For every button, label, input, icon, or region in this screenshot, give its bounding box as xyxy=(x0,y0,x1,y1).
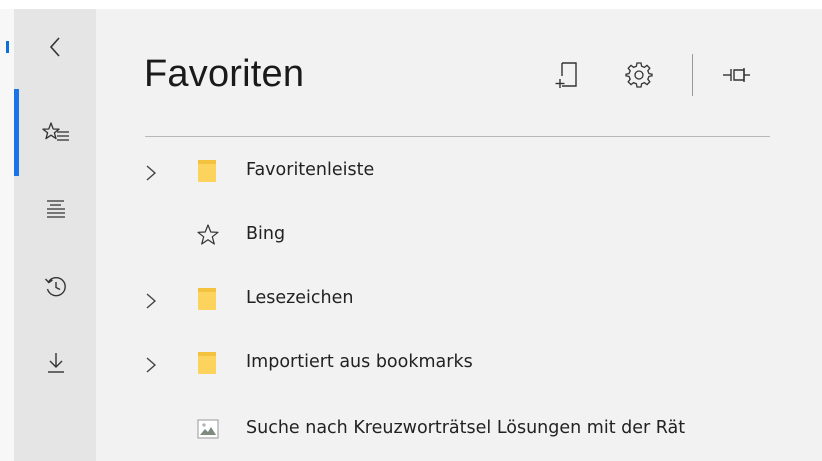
add-favorite-icon xyxy=(555,62,577,88)
pin-button[interactable] xyxy=(720,58,754,92)
favorite-link-bing[interactable]: Bing xyxy=(136,215,822,255)
edge-accent-mark xyxy=(6,41,9,53)
favorites-hub-button[interactable] xyxy=(36,113,76,153)
favorite-label: Lesezeichen xyxy=(246,288,354,308)
favorite-folder-lesezeichen[interactable]: Lesezeichen xyxy=(136,279,822,319)
favorite-label: Importiert aus bookmarks xyxy=(246,352,473,372)
add-favorite-button[interactable] xyxy=(550,58,584,92)
folder-icon xyxy=(198,352,216,374)
header-separator xyxy=(692,54,693,96)
window-left-edge xyxy=(0,9,14,461)
history-icon xyxy=(44,276,66,297)
favorite-folder-importiert[interactable]: Importiert aus bookmarks xyxy=(136,343,822,383)
header-divider xyxy=(145,136,770,137)
favorite-label: Favoritenleiste xyxy=(246,160,375,180)
hub-sidebar xyxy=(14,9,96,461)
panel-title: Favoriten xyxy=(144,53,305,95)
pin-icon xyxy=(723,68,750,82)
gear-icon xyxy=(625,62,653,88)
window-top-strip xyxy=(0,0,822,9)
favorite-label: Suche nach Kreuzworträtsel Lösungen mit … xyxy=(246,418,686,438)
favorite-folder-favoritenleiste[interactable]: Favoritenleiste xyxy=(136,151,822,191)
history-button[interactable] xyxy=(36,267,76,307)
favorite-link-kreuzwortraetsel[interactable]: Suche nach Kreuzworträtsel Lösungen mit … xyxy=(136,409,822,449)
chevron-right-icon[interactable] xyxy=(144,164,158,182)
reading-list-button[interactable] xyxy=(36,189,76,229)
chevron-right-icon[interactable] xyxy=(144,356,158,374)
folder-icon xyxy=(198,288,216,310)
back-button[interactable] xyxy=(36,27,76,67)
chevron-right-icon[interactable] xyxy=(144,292,158,310)
active-indicator xyxy=(14,89,19,176)
favorites-star-list-icon xyxy=(42,122,69,141)
downloads-button[interactable] xyxy=(36,343,76,383)
chevron-left-icon xyxy=(49,37,60,57)
download-arrow-icon xyxy=(48,353,64,373)
site-thumbnail-icon xyxy=(197,419,219,439)
reading-list-icon xyxy=(47,200,65,218)
favorites-panel: Favoriten Favoritenleiste Bing Lesezeich… xyxy=(96,9,822,461)
favorite-label: Bing xyxy=(246,224,286,244)
settings-button[interactable] xyxy=(622,58,656,92)
folder-icon xyxy=(198,160,216,182)
star-outline-icon xyxy=(197,224,219,245)
